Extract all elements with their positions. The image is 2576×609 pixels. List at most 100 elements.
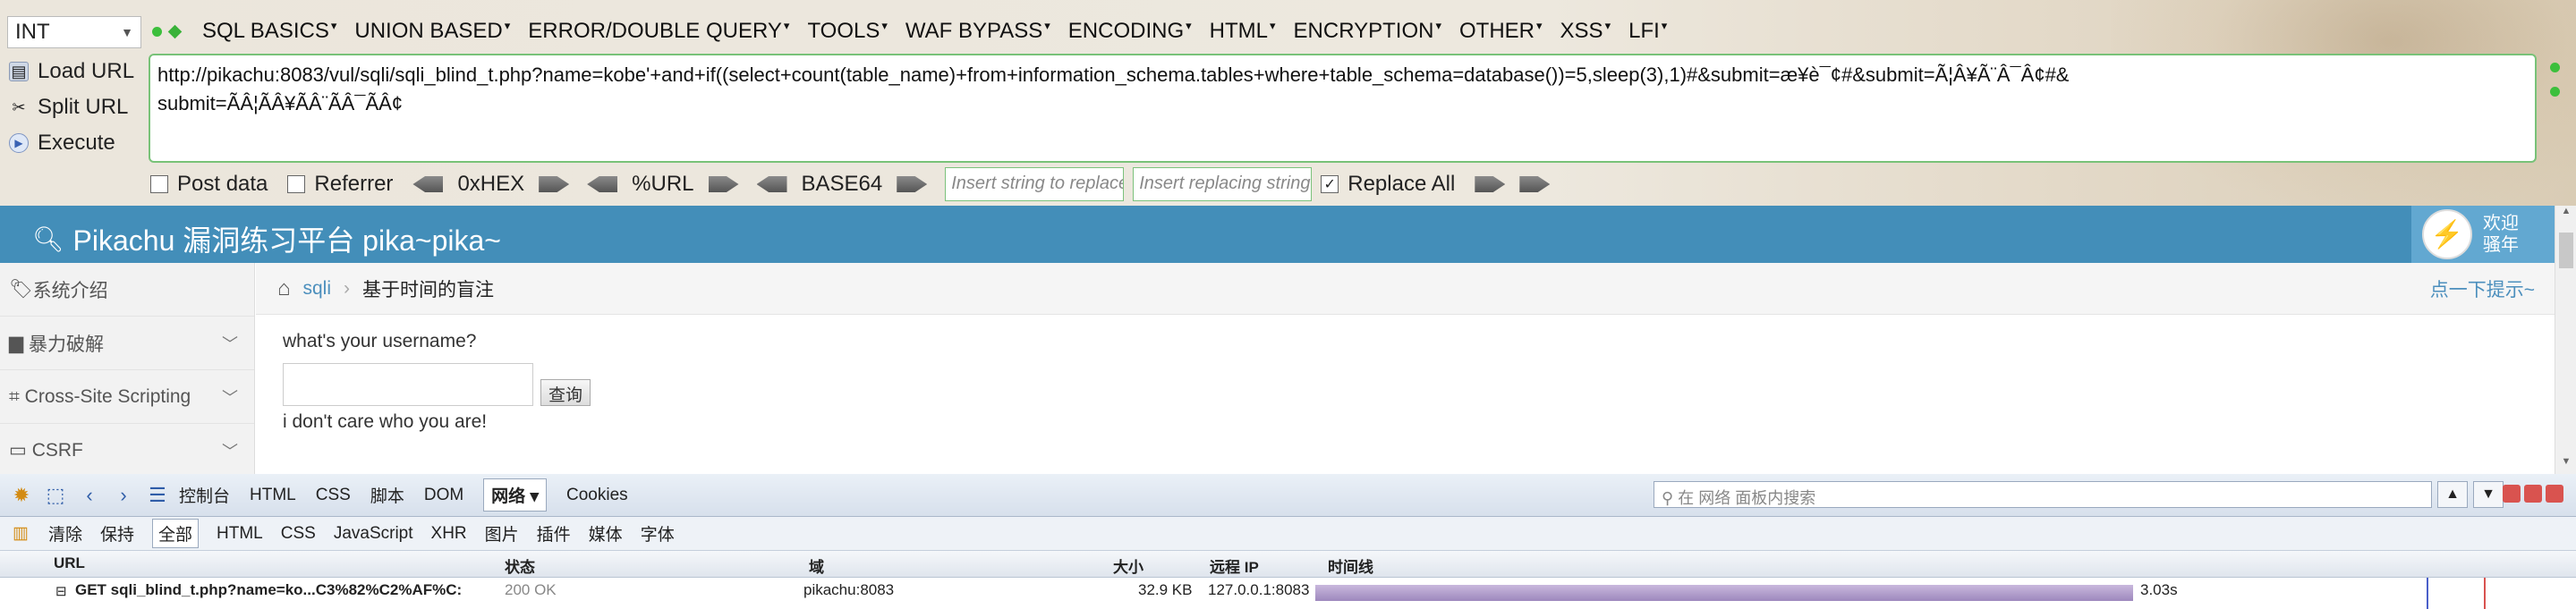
green-diamond-icon [167, 24, 183, 39]
back-icon[interactable]: ‹ [77, 483, 102, 508]
menu-other[interactable]: OTHER ▾ [1459, 19, 1543, 44]
replacing-string-input[interactable]: Insert replacing string [1133, 167, 1313, 201]
filter-fonts[interactable]: 字体 [641, 521, 675, 546]
forward-icon[interactable]: › [111, 483, 136, 508]
scroll-thumb[interactable] [2559, 233, 2573, 268]
column-status[interactable]: 状态 [505, 554, 535, 577]
post-data-label: Post data [177, 172, 268, 196]
sidebar-item-csrf[interactable]: ▭ CSRF ﹀ [0, 424, 254, 478]
menu-union-based[interactable]: UNION BASED ▾ [354, 19, 510, 44]
menu-html[interactable]: HTML ▾ [1210, 19, 1276, 44]
column-domain[interactable]: 域 [809, 554, 824, 577]
column-size[interactable]: 大小 [1113, 554, 1143, 577]
timeline-bar [1315, 585, 2133, 601]
detach-icon[interactable] [2524, 485, 2542, 503]
checkbox-box [150, 175, 168, 193]
execute-button[interactable]: ▶ Execute [9, 125, 143, 161]
home-icon[interactable]: ⌂ [277, 276, 291, 301]
menu-waf-bypass[interactable]: WAF BYPASS ▾ [905, 19, 1050, 44]
replace-all-label: Replace All [1348, 172, 1456, 196]
replace-string-input[interactable]: Insert string to replace [945, 167, 1125, 201]
column-url[interactable]: URL [54, 554, 85, 572]
request-domain: pikachu:8083 [803, 581, 895, 598]
url-encoder: %URL [587, 172, 739, 197]
dom-content-loaded-line [2427, 578, 2428, 609]
sidebar-item-intro[interactable]: 🏷︎ 系统介绍 [0, 263, 254, 317]
encode-arrow-icon[interactable] [897, 176, 928, 192]
tab-script[interactable]: 脚本 [370, 483, 404, 507]
filter-persist[interactable]: 保持 [100, 521, 134, 546]
filter-clear[interactable]: 清除 [48, 521, 82, 546]
request-status: 200 OK [505, 581, 557, 598]
user-menu[interactable]: ⚡ 欢迎 骚年 [2411, 206, 2555, 263]
menu-tools[interactable]: TOOLS ▾ [807, 19, 887, 44]
chevron-down-icon[interactable]: ▼ [2473, 481, 2504, 508]
decode-arrow-icon[interactable] [756, 176, 787, 192]
menu-xss[interactable]: XSS ▾ [1560, 19, 1611, 44]
scroll-down-icon[interactable]: ▼ [2555, 456, 2576, 474]
pikachu-page: 🔍︎ Pikachu 漏洞练习平台 pika~pika~ ⚡ 欢迎 骚年 🏷︎ 系… [0, 206, 2576, 478]
firebug-icon[interactable]: ✹ [9, 483, 34, 508]
filter-plugins[interactable]: 插件 [537, 521, 571, 546]
type-select[interactable]: INT ▼ [7, 16, 141, 48]
tab-cookies[interactable]: Cookies [566, 486, 628, 505]
url-textarea[interactable]: http://pikachu:8083/vul/sqli/sqli_blind_… [149, 54, 2537, 163]
command-line-icon[interactable]: ☰ [145, 483, 170, 508]
hint-link[interactable]: 点一下提示~ [2430, 275, 2535, 302]
decode-arrow-icon[interactable] [412, 176, 444, 192]
username-input[interactable] [283, 363, 533, 406]
filter-all[interactable]: 全部 [151, 519, 199, 548]
tab-css[interactable]: CSS [316, 486, 351, 505]
tab-console[interactable]: 控制台 [179, 483, 230, 507]
brand[interactable]: 🔍︎ Pikachu 漏洞练习平台 pika~pika~ [32, 218, 501, 259]
referrer-checkbox[interactable]: Referrer [287, 172, 393, 197]
load-url-button[interactable]: ▤ Load URL [9, 54, 143, 89]
menu-encoding[interactable]: ENCODING ▾ [1068, 19, 1192, 44]
filter-css[interactable]: CSS [281, 524, 316, 544]
expand-icon[interactable]: ⊟ [55, 583, 67, 599]
filter-xhr[interactable]: XHR [431, 524, 467, 544]
green-dot-icon [152, 27, 162, 37]
page-scrollbar[interactable]: ▲ ▼ [2555, 206, 2576, 474]
menu-lfi[interactable]: LFI ▾ [1628, 19, 1667, 44]
panel-icon[interactable]: ▥ [13, 523, 29, 544]
window-controls [2503, 485, 2563, 503]
menu-label: ENCODING [1067, 19, 1185, 43]
replace-all-checkbox[interactable]: ✓ Replace All [1321, 172, 1455, 197]
menu-error-double-query[interactable]: ERROR/DOUBLE QUERY ▾ [528, 19, 789, 44]
load-icon: ▤ [9, 62, 29, 81]
minimize-icon[interactable] [2503, 485, 2521, 503]
split-url-button[interactable]: ✂ Split URL [9, 89, 143, 125]
sidebar-item-bruteforce[interactable]: ▆ 暴力破解 ﹀ [0, 317, 254, 370]
inspect-icon[interactable]: ⬚ [43, 483, 68, 508]
chevron-up-icon[interactable]: ▲ [2437, 481, 2468, 508]
post-data-checkbox[interactable]: Post data [150, 172, 268, 197]
replace-next-arrow-icon[interactable] [1519, 176, 1551, 192]
filter-images[interactable]: 图片 [485, 521, 519, 546]
encode-arrow-icon[interactable] [708, 176, 739, 192]
decode-arrow-icon[interactable] [587, 176, 618, 192]
replace-arrow-icon[interactable] [1475, 176, 1506, 192]
tab-network[interactable]: 网络 ▾ [483, 478, 548, 512]
filter-html[interactable]: HTML [217, 524, 263, 544]
tab-html[interactable]: HTML [250, 486, 296, 505]
scroll-up-icon[interactable]: ▲ [2555, 206, 2576, 224]
network-search-input[interactable]: ⚲ 在 网络 面板内搜索 [1654, 481, 2432, 508]
query-button[interactable]: 查询 [540, 379, 591, 406]
table-row[interactable]: ⊟ GET sqli_blind_t.php?name=ko...C3%82%C… [0, 578, 2576, 609]
encode-arrow-icon[interactable] [539, 176, 570, 192]
menu-sql-basics[interactable]: SQL BASICS ▾ [202, 19, 336, 44]
column-timeline[interactable]: 时间线 [1328, 554, 1373, 577]
close-icon[interactable] [2546, 485, 2563, 503]
type-select-value: INT [15, 20, 50, 44]
main-content: what's your username? 查询 i don't care wh… [283, 331, 591, 433]
menu-encryption[interactable]: ENCRYPTION ▾ [1294, 19, 1441, 44]
sidebar-item-xss[interactable]: ⌗ Cross-Site Scripting ﹀ [0, 370, 254, 424]
response-text: i don't care who you are! [283, 411, 488, 432]
breadcrumb-link-sqli[interactable]: sqli [303, 278, 332, 300]
tab-dom[interactable]: DOM [424, 486, 463, 505]
filter-javascript[interactable]: JavaScript [334, 524, 413, 544]
sidebar-item-label: CSRF [31, 439, 83, 461]
filter-media[interactable]: 媒体 [589, 521, 623, 546]
column-remote-ip[interactable]: 远程 IP [1210, 554, 1259, 577]
